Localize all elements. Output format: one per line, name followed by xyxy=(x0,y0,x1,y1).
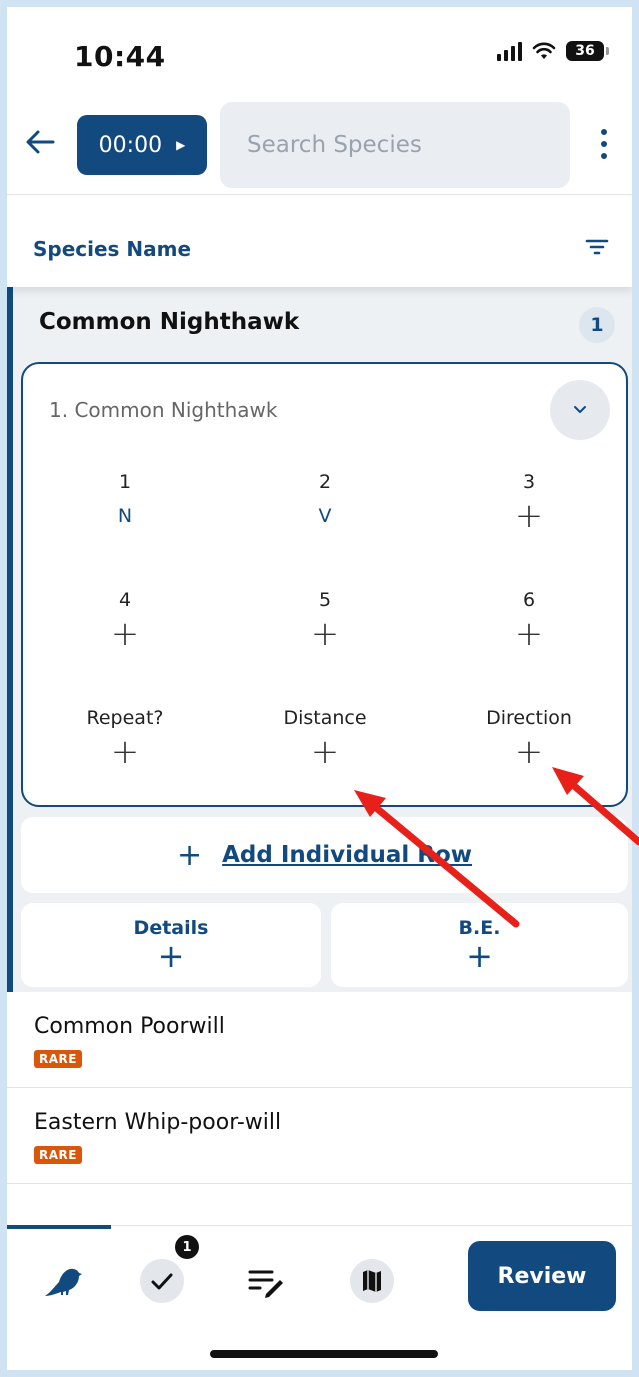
review-button[interactable]: Review xyxy=(468,1241,616,1311)
checklist-count-badge: 1 xyxy=(175,1235,199,1259)
bird-icon[interactable] xyxy=(35,1254,89,1308)
species-title: Common Nighthawk xyxy=(39,309,300,335)
interval-cell-3[interactable]: 3 + xyxy=(449,468,609,536)
species-list-item[interactable]: Eastern Whip-poor-will RARE xyxy=(7,1088,632,1184)
add-icon: + xyxy=(110,732,140,772)
app-screen: 10:44 36 00:00 ▶ Specie xyxy=(7,7,632,1370)
filter-icon[interactable] xyxy=(585,237,609,257)
add-icon: + xyxy=(466,937,493,975)
bottom-nav: 1 Review xyxy=(7,1225,632,1370)
cell-value: V xyxy=(318,505,332,527)
distance-cell[interactable]: Distance + xyxy=(245,704,405,772)
add-icon: + xyxy=(514,496,544,536)
add-icon: + xyxy=(514,732,544,772)
collapse-button[interactable] xyxy=(550,380,610,440)
status-bar: 10:44 36 xyxy=(7,7,632,91)
signal-icon xyxy=(497,41,522,61)
breeding-evidence-button[interactable]: B.E. + xyxy=(331,903,628,987)
add-icon: + xyxy=(110,614,140,654)
timer-value: 00:00 xyxy=(98,132,163,158)
timer-button[interactable]: 00:00 ▶ xyxy=(77,115,207,175)
individual-card: 1. Common Nighthawk 1 N 2 V 3 + 4 + 5 + … xyxy=(21,362,628,807)
sort-header: Species Name xyxy=(7,197,632,287)
direction-cell[interactable]: Direction + xyxy=(449,704,609,772)
notes-edit-icon[interactable] xyxy=(239,1254,293,1308)
interval-cell-5[interactable]: 5 + xyxy=(245,586,405,654)
cell-value: N xyxy=(117,505,133,527)
species-count-badge: 1 xyxy=(579,307,615,343)
species-expanded-section: Common Nighthawk 1 1. Common Nighthawk 1… xyxy=(7,287,632,992)
top-bar: 00:00 ▶ xyxy=(7,95,632,195)
chevron-down-icon xyxy=(574,406,586,413)
rare-badge: RARE xyxy=(34,1050,82,1068)
add-icon: + xyxy=(157,937,185,975)
interval-cell-2[interactable]: 2 V xyxy=(245,468,405,536)
add-icon: + xyxy=(176,837,203,873)
wifi-icon xyxy=(532,42,556,59)
add-icon: + xyxy=(310,732,340,772)
status-time: 10:44 xyxy=(74,40,166,73)
active-tab-indicator xyxy=(7,1225,111,1229)
interval-cell-4[interactable]: 4 + xyxy=(45,586,205,654)
repeat-cell[interactable]: Repeat? + xyxy=(45,704,205,772)
check-icon[interactable] xyxy=(135,1254,189,1308)
interval-cell-1[interactable]: 1 N xyxy=(45,468,205,536)
battery-icon: 36 xyxy=(566,41,609,61)
more-options-icon[interactable] xyxy=(591,127,617,161)
add-individual-row-label: Add Individual Row xyxy=(222,842,473,868)
details-button[interactable]: Details + xyxy=(21,903,321,987)
back-arrow-icon[interactable] xyxy=(23,125,57,159)
species-header[interactable]: Common Nighthawk 1 xyxy=(13,287,632,359)
home-indicator xyxy=(210,1350,438,1358)
search-input[interactable] xyxy=(247,132,547,158)
add-icon: + xyxy=(310,614,340,654)
species-list-item[interactable]: Common Poorwill RARE xyxy=(7,992,632,1088)
add-icon: + xyxy=(514,614,544,654)
status-icons: 36 xyxy=(497,41,609,61)
interval-cell-6[interactable]: 6 + xyxy=(449,586,609,654)
rare-badge: RARE xyxy=(34,1146,82,1164)
individual-title: 1. Common Nighthawk xyxy=(49,398,278,422)
search-box[interactable] xyxy=(220,102,570,188)
sort-label[interactable]: Species Name xyxy=(33,237,191,261)
add-individual-row-button[interactable]: + Add Individual Row xyxy=(21,817,628,893)
map-icon[interactable] xyxy=(345,1254,399,1308)
play-icon: ▶ xyxy=(176,138,186,152)
